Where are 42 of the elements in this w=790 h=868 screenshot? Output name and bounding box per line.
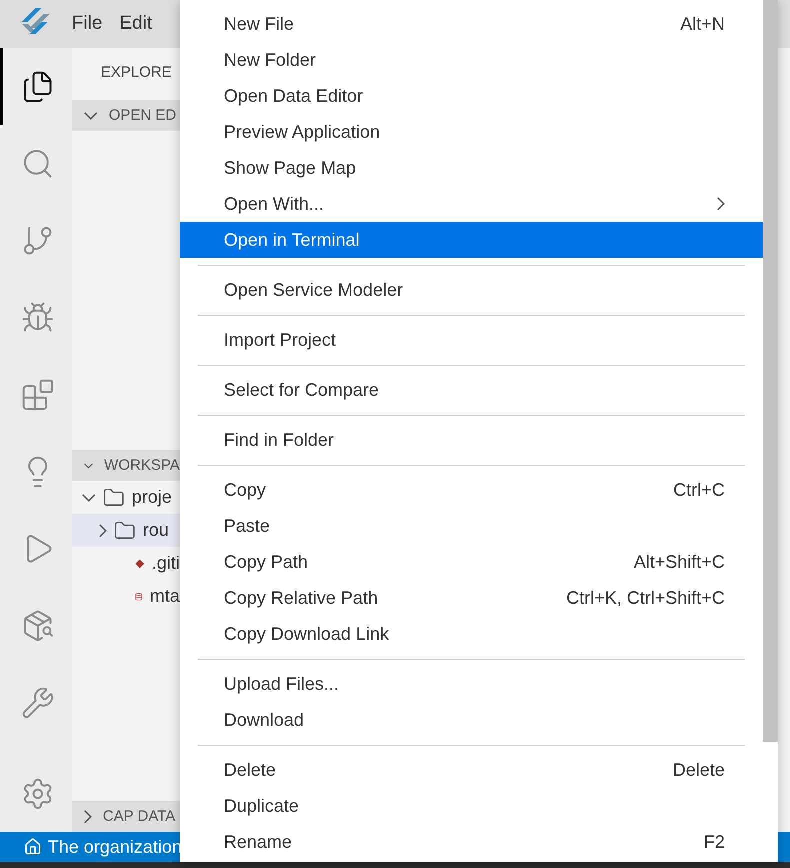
tree-item[interactable]: .giti — [72, 547, 180, 580]
menu-item[interactable]: Download — [180, 702, 763, 738]
menu-bar-item[interactable]: Edit — [120, 13, 152, 35]
menu-item[interactable]: Open With... — [180, 186, 763, 222]
menu-item[interactable]: Duplicate — [180, 788, 763, 824]
menu-bar-item[interactable]: File — [72, 13, 103, 35]
menu-item[interactable]: Find in Folder — [180, 422, 763, 458]
menu-item[interactable]: Show Page Map — [180, 150, 763, 186]
wrench-icon — [20, 686, 54, 720]
menu-item[interactable]: New Folder — [180, 42, 763, 78]
menu-item[interactable]: Delete Delete — [180, 752, 763, 788]
menu-item[interactable]: Rename F2 — [180, 824, 763, 860]
menu-item[interactable]: Copy Ctrl+C — [180, 472, 763, 508]
menu-item[interactable]: Open Service Modeler — [180, 272, 763, 308]
section-header[interactable]: WORKSPA — [72, 450, 180, 481]
chevron-right-icon — [84, 810, 92, 824]
chevron-down-icon — [84, 462, 94, 470]
tree-item[interactable]: rou — [72, 514, 180, 547]
tree-item[interactable]: proje — [72, 481, 180, 514]
tree-item[interactable]: mta — [72, 580, 180, 613]
menu-item[interactable]: Preview Application — [180, 114, 763, 150]
section-header[interactable]: CAP DATA — [72, 801, 180, 832]
menu-item[interactable]: Select for Compare — [180, 372, 763, 408]
menu-item[interactable]: Import Project — [180, 322, 763, 358]
section-header[interactable]: OPEN ED — [72, 100, 180, 131]
folder-icon — [114, 520, 136, 542]
menu-item[interactable]: Copy Relative Path Ctrl+K, Ctrl+Shift+C — [180, 580, 763, 616]
folder-icon — [103, 486, 125, 508]
menu-item[interactable]: Paste — [180, 508, 763, 544]
menu-item[interactable]: Copy Download Link — [180, 616, 763, 652]
menu-item[interactable]: Upload Files... — [180, 666, 763, 702]
status-text: The organization — [48, 836, 182, 858]
sidebar-title: EXPLORE — [100, 63, 173, 83]
menu-item[interactable]: Open Data Editor — [180, 78, 763, 114]
blocks-icon — [20, 378, 54, 412]
menu-item[interactable]: Open in Terminal — [180, 222, 763, 258]
home-icon — [24, 838, 42, 856]
chevron-down-icon — [84, 112, 98, 120]
bug-icon — [20, 300, 54, 334]
menu-item[interactable]: New File Alt+N — [180, 6, 763, 42]
menu-item[interactable]: Copy Path Alt+Shift+C — [180, 544, 763, 580]
scrollbar-thumb[interactable] — [763, 0, 778, 742]
